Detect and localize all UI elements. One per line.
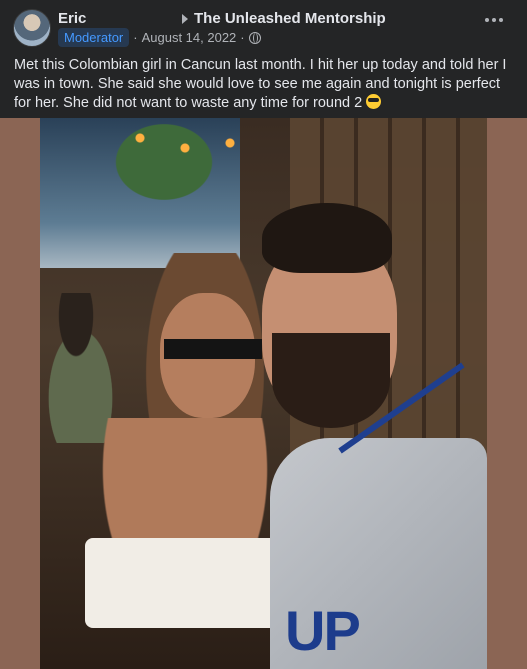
- sunglasses-emoji-icon: [366, 94, 382, 109]
- post-body: Met this Colombian girl in Cancun last m…: [14, 57, 507, 111]
- post-date[interactable]: August 14, 2022: [142, 30, 237, 45]
- author-name[interactable]: Eric: [58, 10, 86, 27]
- dot: [492, 18, 496, 22]
- dot: [499, 18, 503, 22]
- post-photo-frame[interactable]: UP: [0, 118, 527, 669]
- post-photo[interactable]: UP: [40, 118, 487, 669]
- post-text: Met this Colombian girl in Cancun last m…: [14, 56, 514, 113]
- arrow-right-icon: [182, 13, 188, 24]
- photo-man-hair: [262, 203, 392, 273]
- photo-woman-top: [85, 538, 295, 628]
- group-name[interactable]: The Unleashed Mentorship: [194, 10, 386, 27]
- photo-jersey-letters: UP: [285, 599, 361, 662]
- post-header: Eric The Unleashed Mentorship Moderator …: [0, 0, 527, 47]
- meta-separator-2: ·: [240, 30, 245, 45]
- photo-man-beard: [272, 333, 390, 428]
- more-options-icon[interactable]: [485, 18, 503, 22]
- photo-bg-lights: [110, 118, 260, 168]
- meta-separator: ·: [133, 30, 138, 45]
- dot: [485, 18, 489, 22]
- censor-bar: [164, 339, 262, 359]
- author-avatar[interactable]: [13, 9, 51, 47]
- globe-icon[interactable]: [248, 31, 261, 44]
- post-meta: Moderator · August 14, 2022 ·: [58, 28, 261, 47]
- group-link[interactable]: The Unleashed Mentorship: [182, 10, 386, 27]
- moderator-badge[interactable]: Moderator: [58, 28, 130, 47]
